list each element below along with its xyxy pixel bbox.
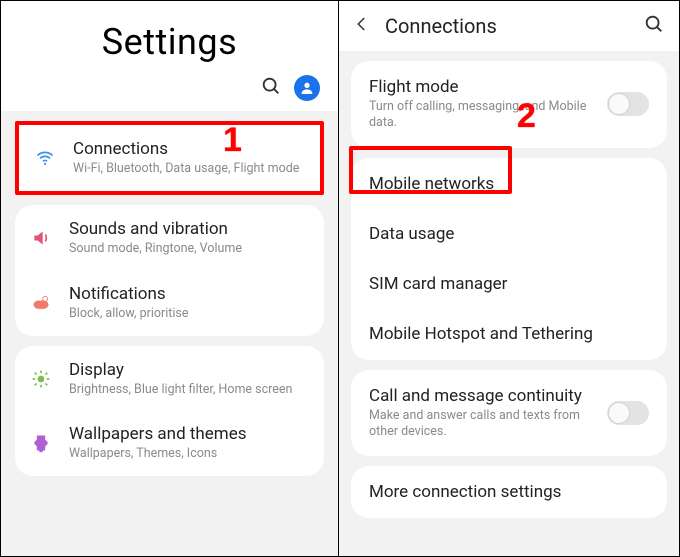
notif-icon [29, 293, 53, 313]
connections-item-title: Mobile networks [369, 174, 649, 194]
toggle-switch[interactable] [607, 401, 649, 425]
connections-item-sub: Turn off calling, messaging, and Mobile … [369, 99, 597, 132]
settings-pane: Settings Connections Wi-Fi, Bluetooth, Da… [1, 1, 339, 556]
connections-group: Call and message continuityMake and answ… [351, 370, 667, 457]
search-icon[interactable] [643, 13, 665, 39]
connections-item-mobile-networks[interactable]: Mobile networks [351, 158, 667, 210]
settings-item-title: Wallpapers and themes [69, 424, 310, 444]
search-icon[interactable] [260, 75, 282, 101]
back-icon[interactable] [353, 15, 371, 37]
connections-group: Mobile networks Data usage SIM card manage… [351, 158, 667, 360]
wall-icon [29, 433, 53, 453]
account-icon[interactable] [294, 75, 320, 101]
settings-item-title: Connections [73, 139, 306, 159]
connections-item-mobile-hotspot-and-tethering[interactable]: Mobile Hotspot and Tethering [351, 310, 667, 360]
connections-pane: Connections Flight modeTurn off calling,… [339, 1, 679, 556]
settings-group: Connections Wi-Fi, Bluetooth, Data usage,… [15, 121, 324, 195]
connections-item-title: More connection settings [369, 482, 649, 502]
connections-item-title: Mobile Hotspot and Tethering [369, 324, 649, 344]
toggle-switch[interactable] [607, 92, 649, 116]
display-icon [29, 369, 53, 389]
annotation-step-1: 1 [223, 121, 242, 160]
connections-item-flight-mode[interactable]: Flight modeTurn off calling, messaging, … [351, 61, 667, 148]
connections-header: Connections [339, 1, 679, 51]
connections-item-title: Call and message continuity [369, 386, 597, 406]
settings-item-sub: Wallpapers, Themes, Icons [69, 446, 310, 462]
connections-group: Flight modeTurn off calling, messaging, … [351, 61, 667, 148]
connections-item-sub: Make and answer calls and texts from oth… [369, 408, 597, 441]
connections-title: Connections [385, 14, 629, 38]
sound-icon [29, 228, 53, 248]
wifi-icon [33, 148, 57, 168]
connections-item-title: SIM card manager [369, 274, 649, 294]
connections-item-title: Flight mode [369, 77, 597, 97]
settings-header: Settings [1, 1, 338, 111]
settings-item-title: Notifications [69, 284, 310, 304]
connections-item-more-connection-settings[interactable]: More connection settings [351, 466, 667, 518]
settings-item-sub: Brightness, Blue light filter, Home scre… [69, 382, 310, 398]
connections-group: More connection settings [351, 466, 667, 518]
settings-group: Sounds and vibration Sound mode, Ringtone… [15, 205, 324, 336]
settings-title: Settings [1, 21, 338, 63]
settings-item-display[interactable]: Display Brightness, Blue light filter, Ho… [15, 346, 324, 412]
settings-group: Display Brightness, Blue light filter, Ho… [15, 346, 324, 477]
settings-item-notifications[interactable]: Notifications Block, allow, prioritise [15, 272, 324, 336]
annotation-step-2: 2 [517, 97, 536, 136]
settings-item-sounds-and-vibration[interactable]: Sounds and vibration Sound mode, Ringtone… [15, 205, 324, 271]
settings-item-title: Sounds and vibration [69, 219, 310, 239]
connections-item-data-usage[interactable]: Data usage [351, 210, 667, 260]
connections-item-title: Data usage [369, 224, 649, 244]
settings-item-sub: Block, allow, prioritise [69, 306, 310, 322]
connections-item-call-and-message-continuity[interactable]: Call and message continuityMake and answ… [351, 370, 667, 457]
settings-item-sub: Wi-Fi, Bluetooth, Data usage, Flight mod… [73, 161, 306, 177]
settings-item-wallpapers-and-themes[interactable]: Wallpapers and themes Wallpapers, Themes,… [15, 412, 324, 476]
connections-item-sim-card-manager[interactable]: SIM card manager [351, 260, 667, 310]
settings-item-title: Display [69, 360, 310, 380]
settings-item-sub: Sound mode, Ringtone, Volume [69, 241, 310, 257]
settings-item-connections[interactable]: Connections Wi-Fi, Bluetooth, Data usage,… [19, 125, 320, 191]
